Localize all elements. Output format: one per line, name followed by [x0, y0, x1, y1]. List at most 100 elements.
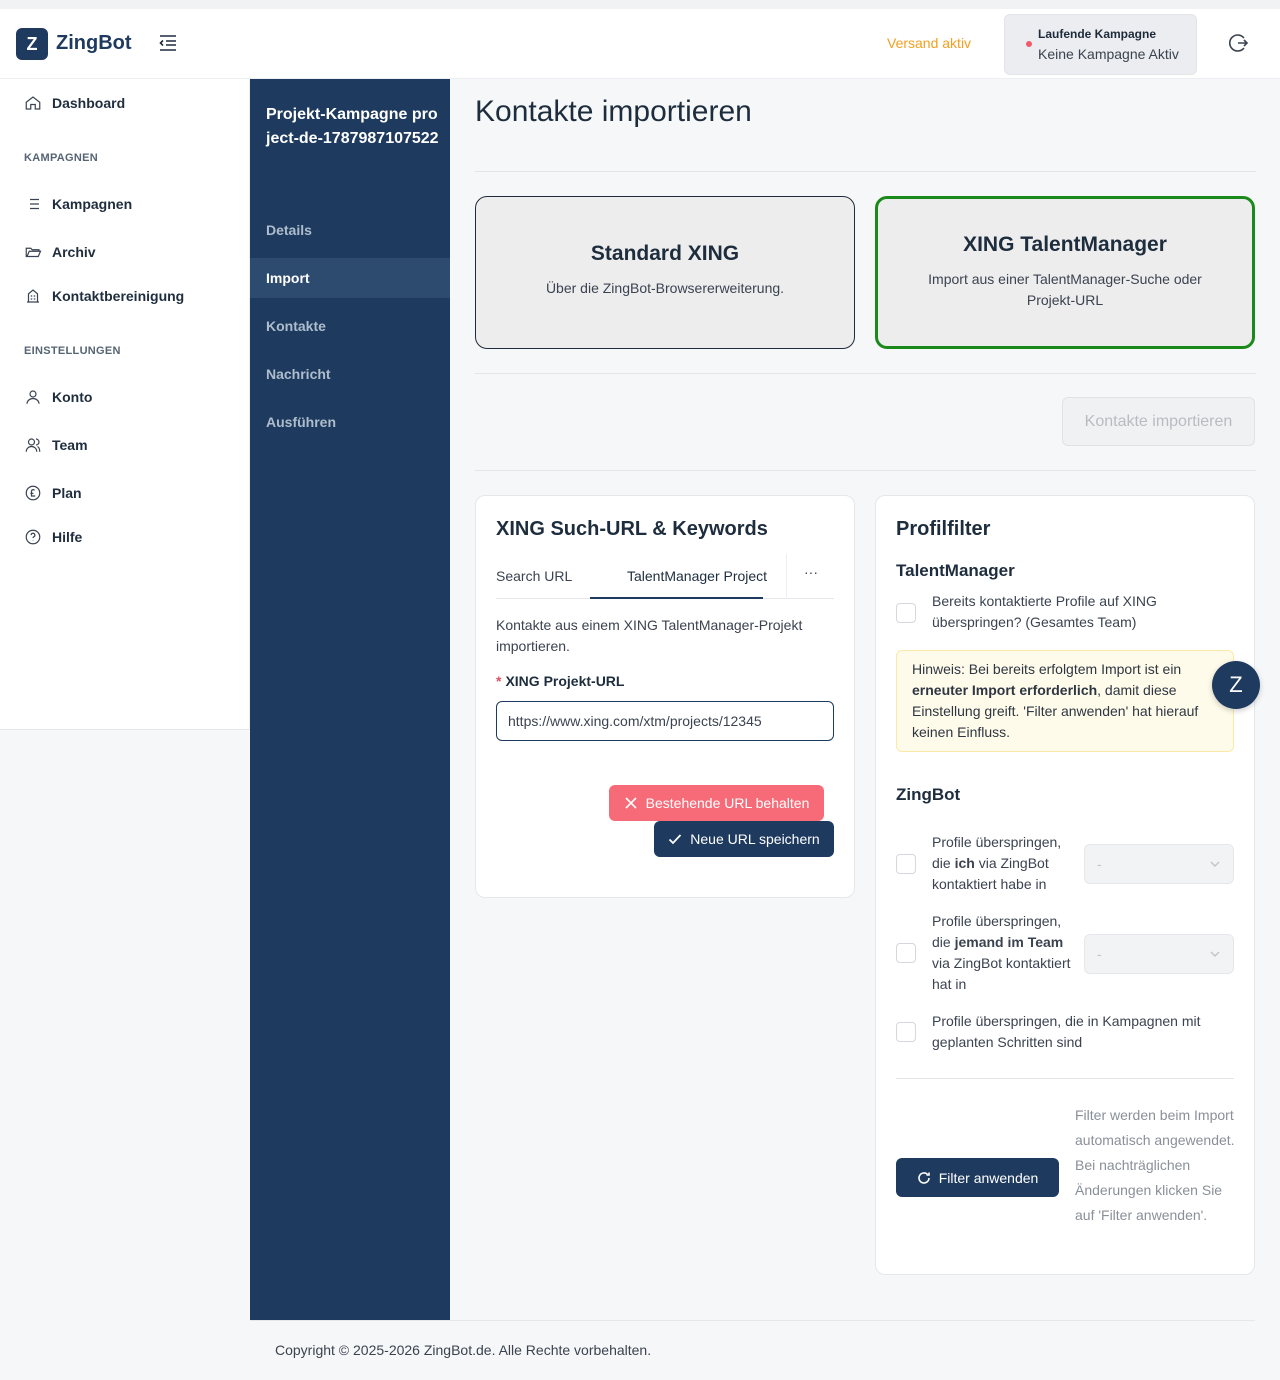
project-url-input[interactable] — [496, 701, 834, 741]
skip-team-select[interactable]: - — [1084, 934, 1234, 974]
menu-collapse-icon[interactable] — [156, 31, 180, 55]
skip-planned-label: Profile überspringen, die in Kampagnen m… — [932, 1013, 1201, 1050]
team-icon — [25, 438, 41, 452]
sidebar-label: Konto — [52, 389, 93, 405]
project-nav-message[interactable]: Nachricht — [250, 354, 450, 394]
sidebar-label: Dashboard — [52, 95, 126, 111]
footer-copyright: Copyright © 2025-2026 ZingBot.de. Alle R… — [275, 1342, 652, 1358]
divider — [475, 373, 1256, 374]
running-campaign-box[interactable]: Laufende Kampagne Keine Kampagne Aktiv — [1004, 14, 1197, 75]
import-contacts-button[interactable]: Kontakte importieren — [1062, 397, 1255, 446]
reimport-hint: Hinweis: Bei bereits erfolgtem Import is… — [896, 650, 1234, 752]
status-dot — [1026, 41, 1032, 47]
button-label: Filter anwenden — [938, 1169, 1039, 1186]
versand-status: Versand aktiv — [887, 35, 972, 51]
card-description: Über die ZingBot-Browsererweiterung. — [545, 280, 785, 296]
skip-contacted-xing-checkbox[interactable] — [896, 603, 916, 623]
import-tabs: Search URL TalentManager Project ··· — [496, 554, 834, 599]
required-marker: * — [496, 673, 502, 689]
zingbot-heading: ZingBot — [896, 785, 961, 804]
building-icon — [27, 289, 39, 303]
skip-me-label: Profile überspringen, die ich via ZingBo… — [932, 832, 1072, 895]
refresh-icon — [917, 1171, 930, 1184]
search-panel-title: XING Such-URL & Keywords — [496, 518, 768, 540]
talentmanager-heading: TalentManager — [896, 561, 1015, 580]
skip-team-label: Profile überspringen, die jemand im Team… — [932, 911, 1072, 995]
campaign-value: Keine Kampagne Aktiv — [1038, 46, 1179, 62]
top-strip — [0, 0, 1280, 9]
divider — [475, 470, 1256, 471]
filter-panel-title: Profilfilter — [896, 518, 991, 540]
filter-note: Filter werden beim Import automatisch an… — [1075, 1107, 1235, 1223]
chevron-down-icon — [1210, 951, 1220, 957]
tab-separator — [786, 554, 787, 599]
tab-search-url[interactable]: Search URL — [496, 568, 572, 584]
sidebar-label: Plan — [52, 485, 82, 501]
user-icon — [26, 390, 40, 404]
url-label-text: XING Projekt-URL — [505, 673, 625, 689]
help-icon — [25, 529, 41, 545]
more-tabs-icon[interactable]: ··· — [804, 564, 818, 580]
project-nav-execute[interactable]: Ausführen — [250, 402, 450, 442]
sidebar-label: Kampagnen — [52, 196, 133, 212]
save-url-button[interactable]: Neue URL speichern — [654, 821, 834, 857]
skip-contacted-xing-label: Bereits kontaktierte Profile auf XING üb… — [932, 593, 1157, 630]
sidebar-label: Kontaktbereinigung — [52, 288, 185, 304]
logout-icon[interactable] — [1226, 31, 1250, 55]
pound-icon — [25, 485, 41, 501]
divider — [475, 171, 1256, 172]
sidebar-item-campaigns[interactable]: Kampagnen — [24, 195, 132, 213]
list-icon — [27, 198, 39, 210]
sidebar-label: Team — [52, 437, 88, 453]
skip-me-select[interactable]: - — [1084, 844, 1234, 884]
button-label: Neue URL speichern — [690, 831, 820, 847]
label-text: via ZingBot kontaktiert hat in — [932, 955, 1071, 992]
button-label: Bestehende URL behalten — [645, 795, 810, 811]
tab-talentmanager-project[interactable]: TalentManager Project — [627, 568, 767, 584]
url-field-label: * XING Projekt-URL — [496, 671, 624, 692]
section-campaigns: KAMPAGNEN — [24, 152, 98, 164]
hint-text: Hinweis: Bei bereits erfolgtem Import is… — [912, 661, 1182, 677]
chevron-down-icon — [1210, 861, 1220, 867]
project-title: Projekt-Kampagne project-de-178798710752… — [266, 106, 439, 147]
sidebar-label: Archiv — [52, 244, 96, 260]
close-icon — [625, 797, 637, 809]
sidebar-item-help[interactable]: Hilfe — [24, 528, 82, 546]
section-settings: EINSTELLUNGEN — [24, 345, 121, 357]
sidebar-item-plan[interactable]: Plan — [24, 484, 82, 502]
sidebar: Dashboard KAMPAGNEN Kampagnen Archiv Kon… — [0, 79, 250, 730]
campaign-label: Laufende Kampagne — [1038, 27, 1157, 41]
project-nav: Projekt-Kampagne project-de-178798710752… — [250, 79, 450, 1320]
sidebar-item-archive[interactable]: Archiv — [24, 243, 96, 261]
sidebar-item-team[interactable]: Team — [24, 436, 88, 454]
chat-assistant-button[interactable]: Z — [1212, 661, 1260, 709]
keep-url-button[interactable]: Bestehende URL behalten — [609, 785, 824, 821]
skip-me-checkbox[interactable] — [896, 854, 916, 874]
project-nav-contacts[interactable]: Kontakte — [250, 306, 450, 346]
logo-icon: Z — [16, 28, 48, 60]
import-standard-xing-card[interactable]: Standard XING Über die ZingBot-Browserer… — [475, 196, 855, 349]
card-title: XING TalentManager — [963, 233, 1167, 256]
card-description: Import aus einer TalentManager-Suche ode… — [928, 271, 1202, 308]
card-title: Standard XING — [590, 242, 740, 265]
sidebar-item-account[interactable]: Konto — [24, 388, 92, 406]
skip-team-checkbox[interactable] — [896, 943, 916, 963]
active-tab-indicator — [590, 597, 763, 599]
import-talentmanager-card[interactable]: XING TalentManager Import aus einer Tale… — [875, 196, 1255, 349]
folder-open-icon — [25, 247, 42, 258]
label-bold: ich — [954, 855, 975, 871]
apply-filter-button[interactable]: Filter anwenden — [896, 1158, 1059, 1197]
select-value: - — [1097, 856, 1102, 872]
check-icon — [669, 834, 682, 845]
app-name: ZingBot — [56, 32, 132, 54]
project-nav-import[interactable]: Import — [250, 258, 450, 298]
sidebar-label: Hilfe — [52, 529, 83, 545]
project-nav-details[interactable]: Details — [250, 210, 450, 250]
top-header: Z ZingBot Versand aktiv Laufende Kampagn… — [0, 9, 1280, 79]
skip-planned-checkbox[interactable] — [896, 1022, 916, 1042]
hint-bold: erneuter Import erforderlich — [912, 682, 1098, 698]
sidebar-item-dashboard[interactable]: Dashboard — [24, 94, 125, 112]
sidebar-item-cleanup[interactable]: Kontaktbereinigung — [24, 287, 184, 305]
footer-divider — [250, 1320, 1255, 1321]
select-value: - — [1097, 946, 1102, 962]
